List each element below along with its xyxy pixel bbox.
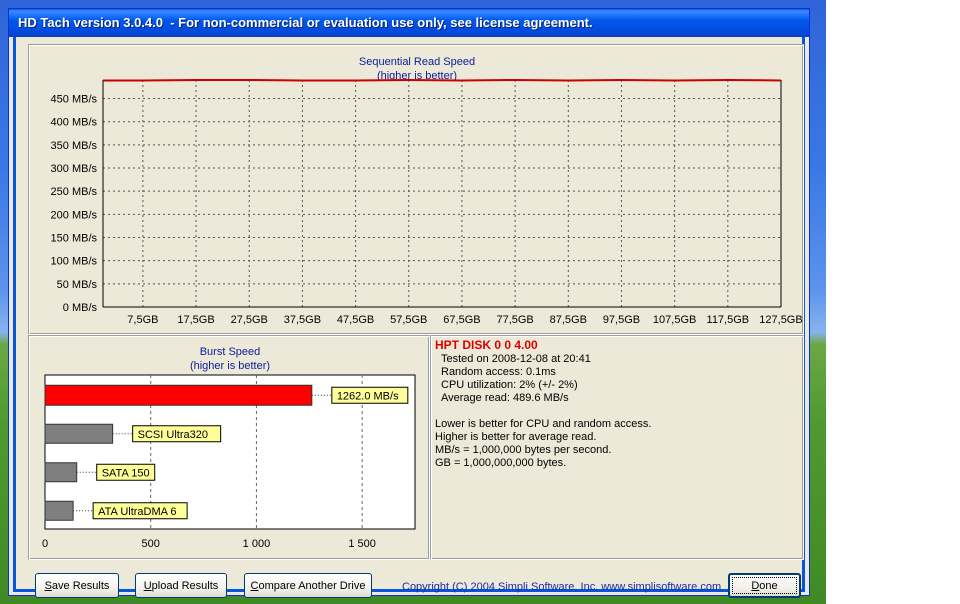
cpu-utilization-text: CPU utilization: 2% (+/- 2%) bbox=[441, 379, 578, 391]
drive-info-panel: HPT DISK 0 0 4.00 Tested on 2008-12-08 a… bbox=[430, 335, 804, 560]
seq-y-tick-label: 300 MB/s bbox=[51, 163, 98, 175]
save-results-button[interactable]: Save Results bbox=[35, 573, 119, 598]
compare-drive-mnemonic: C bbox=[250, 579, 259, 592]
burst-bar bbox=[44, 500, 74, 521]
hd-tach-window: HD Tach version 3.0.4.0 - For non-commer… bbox=[8, 8, 810, 598]
burst-bar bbox=[44, 423, 114, 444]
upload-results-mnemonic: U bbox=[143, 579, 152, 592]
seq-x-tick-label: 117,5GB bbox=[707, 314, 750, 326]
note-gb-definition: GB = 1,000,000,000 bytes. bbox=[435, 457, 567, 469]
burst-bar-label: 1262.0 MB/s bbox=[337, 390, 399, 402]
seq-x-tick-label: 107,5GB bbox=[653, 314, 696, 326]
seq-x-tick-label: 97,5GB bbox=[603, 314, 640, 326]
burst-bar-label: ATA UltraDMA 6 bbox=[98, 506, 176, 518]
seq-y-tick-label: 0 MB/s bbox=[63, 302, 98, 314]
note-mbs-definition: MB/s = 1,000,000 bytes per second. bbox=[435, 444, 612, 456]
seq-x-tick-label: 127,5GB bbox=[759, 314, 802, 326]
burst-x-tick-label: 0 bbox=[42, 538, 48, 550]
burst-x-tick-label: 1 500 bbox=[348, 538, 376, 550]
save-results-label: ave Results bbox=[51, 579, 110, 592]
seq-y-tick-label: 450 MB/s bbox=[51, 94, 98, 106]
window-client-area: Sequential Read Speed (higher is better)… bbox=[13, 37, 805, 598]
seq-x-tick-label: 17,5GB bbox=[177, 314, 214, 326]
upload-results-label: pload Results bbox=[151, 579, 219, 592]
done-mnemonic: D bbox=[751, 579, 760, 592]
compare-another-drive-button[interactable]: Compare Another Drive bbox=[244, 573, 372, 598]
burst-x-tick-label: 500 bbox=[142, 538, 160, 550]
average-read-text: Average read: 489.6 MB/s bbox=[441, 392, 569, 404]
sequential-read-panel: Sequential Read Speed (higher is better)… bbox=[28, 44, 804, 335]
burst-speed-panel: Burst Speed (higher is better) 0 500 1 000… bbox=[28, 335, 430, 560]
burst-speed-chart: 0 500 1 000 1 500 1262.0 MB/s SCSI Ultra320 SA… bbox=[42, 374, 416, 550]
burst-bar-label: SCSI Ultra320 bbox=[138, 429, 208, 441]
seq-y-tick-label: 350 MB/s bbox=[51, 140, 98, 152]
window-title[interactable]: HD Tach version 3.0.4.0 - For non-commer… bbox=[9, 9, 809, 37]
seq-x-tick-label: 37,5GB bbox=[284, 314, 321, 326]
upload-results-button[interactable]: Upload Results bbox=[135, 573, 227, 598]
seq-y-tick-label: 150 MB/s bbox=[51, 233, 98, 245]
random-access-text: Random access: 0.1ms bbox=[441, 366, 556, 378]
seq-x-tick-label: 47,5GB bbox=[337, 314, 374, 326]
seq-x-tick-label: 87,5GB bbox=[550, 314, 587, 326]
burst-x-tick-label: 1 000 bbox=[243, 538, 271, 550]
save-results-mnemonic: S bbox=[44, 579, 52, 592]
seq-x-tick-label: 7,5GB bbox=[127, 314, 158, 326]
drive-name: HPT DISK 0 0 4.00 bbox=[435, 338, 538, 352]
seq-plot-area bbox=[103, 80, 781, 307]
seq-y-tick-label: 250 MB/s bbox=[51, 186, 98, 198]
tested-on-text: Tested on 2008-12-08 at 20:41 bbox=[441, 353, 591, 365]
burst-bar bbox=[44, 384, 313, 406]
note-lower-better: Lower is better for CPU and random acces… bbox=[435, 418, 652, 430]
seq-x-tick-label: 57,5GB bbox=[390, 314, 427, 326]
sequential-read-chart: 0 MB/s 50 MB/s 100 MB/s 150 MB/s 200 MB/s 250… bbox=[51, 78, 803, 326]
seq-y-tick-label: 50 MB/s bbox=[57, 279, 98, 291]
compare-drive-label: ompare Another Drive bbox=[258, 579, 366, 592]
note-higher-better: Higher is better for average read. bbox=[435, 431, 597, 443]
seq-x-tick-label: 67,5GB bbox=[443, 314, 480, 326]
copyright-text: Copyright (C) 2004 Simpli Software, Inc.… bbox=[402, 581, 722, 593]
done-label: one bbox=[759, 579, 778, 592]
seq-x-tick-label: 27,5GB bbox=[231, 314, 268, 326]
done-button[interactable]: Done bbox=[728, 573, 801, 598]
seq-x-tick-label: 77,5GB bbox=[496, 314, 533, 326]
seq-y-tick-label: 400 MB/s bbox=[51, 117, 98, 129]
burst-bar-label: SATA 150 bbox=[102, 467, 150, 479]
seq-y-tick-label: 200 MB/s bbox=[51, 209, 98, 221]
seq-y-tick-label: 100 MB/s bbox=[51, 256, 98, 268]
burst-bar bbox=[44, 462, 78, 483]
